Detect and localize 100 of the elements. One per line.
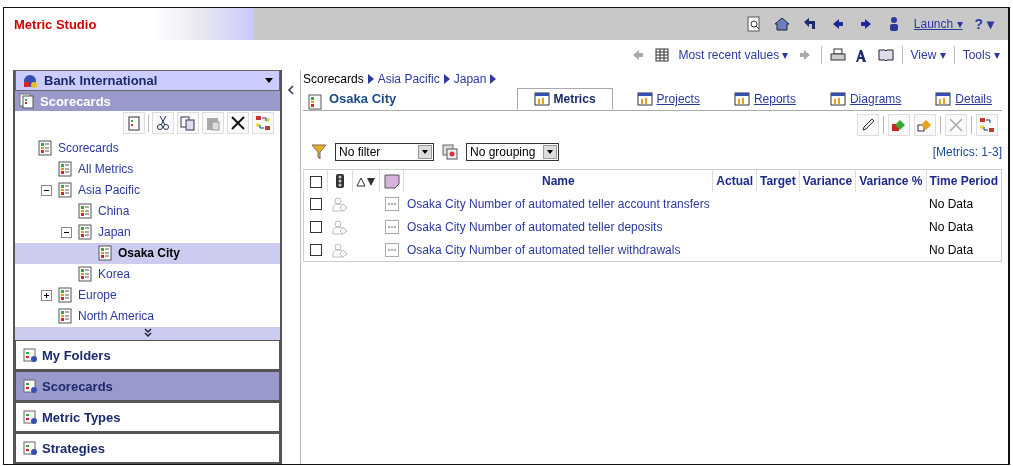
owner-icon bbox=[331, 218, 348, 235]
tree-item[interactable]: Asia Pacific bbox=[78, 183, 141, 198]
column-header[interactable]: Variance % bbox=[855, 169, 927, 192]
app-title: Metric Studio bbox=[14, 16, 97, 32]
search-icon[interactable] bbox=[745, 16, 762, 32]
shapes-icon bbox=[917, 117, 933, 133]
cut-button[interactable] bbox=[152, 112, 174, 135]
expander-icon[interactable] bbox=[61, 226, 72, 238]
metric-link[interactable]: Osaka City Number of automated teller deposits bbox=[406, 219, 663, 234]
expander-icon[interactable] bbox=[41, 289, 52, 301]
edit-button[interactable] bbox=[857, 114, 879, 136]
close-icon bbox=[230, 115, 246, 132]
column-header[interactable]: Actual bbox=[712, 169, 757, 192]
owner-icon bbox=[331, 241, 348, 258]
breadcrumb-link[interactable]: Asia Pacific bbox=[377, 72, 440, 86]
tree-item[interactable]: Europe bbox=[78, 288, 117, 303]
filter-icon bbox=[311, 144, 327, 160]
reorder-button[interactable] bbox=[252, 112, 274, 135]
scorecard-icon bbox=[126, 115, 142, 132]
scorecard-icon bbox=[57, 287, 73, 304]
scissors-icon bbox=[155, 115, 171, 132]
metric-link[interactable]: Osaka City Number of automated teller account transfers bbox=[406, 196, 710, 211]
tab[interactable]: Reports bbox=[723, 88, 806, 110]
pencil-icon bbox=[860, 117, 876, 133]
new-metric-button[interactable] bbox=[888, 114, 910, 136]
column-header[interactable]: Name bbox=[403, 169, 713, 192]
grouping-dropdown[interactable]: No grouping bbox=[466, 143, 559, 161]
package-selector[interactable]: Bank International bbox=[15, 70, 280, 92]
home-icon[interactable] bbox=[773, 16, 790, 32]
breadcrumb-link[interactable]: Japan bbox=[453, 72, 487, 86]
reorder-icon bbox=[979, 117, 995, 133]
expander-icon[interactable] bbox=[41, 184, 52, 196]
print-icon[interactable] bbox=[829, 47, 846, 63]
tree-item[interactable]: Osaka City bbox=[118, 246, 181, 261]
new-scorecard-button[interactable] bbox=[123, 112, 145, 135]
launch-menu[interactable]: Launch ▾ bbox=[913, 17, 963, 31]
scorecard-icon bbox=[37, 140, 53, 157]
tab-icon bbox=[636, 91, 653, 107]
nav-item[interactable]: My Folders bbox=[15, 340, 280, 371]
tab[interactable]: Diagrams bbox=[819, 88, 912, 110]
nav-icon bbox=[22, 347, 38, 363]
reorder-button[interactable] bbox=[976, 114, 998, 136]
table-cell: No Data bbox=[929, 219, 974, 234]
row-checkbox[interactable] bbox=[309, 221, 322, 234]
table-cell: No Data bbox=[929, 196, 974, 211]
metrics-count: [Metrics: 1-3] bbox=[932, 145, 1002, 159]
help-menu[interactable]: ? ▾ bbox=[974, 16, 994, 32]
tree-item[interactable]: All Metrics bbox=[78, 162, 134, 177]
tree-item[interactable]: Scorecards bbox=[58, 141, 119, 156]
delete-button[interactable] bbox=[227, 112, 249, 135]
column-header[interactable]: Time Period bbox=[926, 169, 1002, 192]
column-header[interactable]: Variance bbox=[799, 169, 856, 192]
tools-menu[interactable]: Tools ▾ bbox=[962, 48, 1000, 62]
column-header[interactable]: Target bbox=[756, 169, 800, 192]
copy-icon bbox=[180, 115, 196, 132]
scorecard-icon bbox=[97, 245, 113, 262]
filter-dropdown[interactable]: No filter bbox=[335, 143, 434, 161]
tab-icon bbox=[935, 91, 952, 107]
metric-link[interactable]: Osaka City Number of automated teller withdrawals bbox=[406, 242, 681, 257]
copy-button[interactable] bbox=[177, 112, 199, 135]
scorecard-icon bbox=[57, 161, 73, 178]
page-title: Osaka City bbox=[329, 90, 398, 106]
scorecard-icon bbox=[77, 224, 93, 241]
arrow-right-icon bbox=[367, 74, 374, 84]
note-icon bbox=[383, 173, 400, 189]
nav-item[interactable]: Strategies bbox=[15, 433, 280, 464]
nav-icon bbox=[22, 440, 38, 456]
expand-more-icon[interactable] bbox=[142, 328, 153, 339]
breadcrumb-link[interactable]: Scorecards bbox=[303, 72, 364, 86]
scorecard-icon bbox=[77, 266, 93, 283]
view-menu[interactable]: View ▾ bbox=[910, 48, 946, 62]
tab-icon bbox=[533, 91, 550, 107]
collapse-icon[interactable] bbox=[287, 84, 295, 96]
tree-item[interactable]: Korea bbox=[98, 267, 131, 282]
nav-item[interactable]: Scorecards bbox=[15, 371, 280, 402]
tab-icon bbox=[829, 91, 846, 107]
section-title: Scorecards bbox=[40, 93, 111, 109]
tree-item[interactable]: China bbox=[98, 204, 130, 219]
owner-icon bbox=[331, 195, 348, 212]
nav-item[interactable]: Metric Types bbox=[15, 402, 280, 433]
tab[interactable]: Projects bbox=[626, 88, 710, 110]
tab[interactable]: Details bbox=[925, 88, 1002, 110]
close-icon bbox=[948, 117, 964, 133]
scorecard-icon bbox=[57, 182, 73, 199]
table-cell: No Data bbox=[929, 242, 974, 257]
tree-item[interactable]: Japan bbox=[98, 225, 131, 240]
row-checkbox[interactable] bbox=[309, 244, 322, 257]
select-all-checkbox[interactable] bbox=[309, 175, 322, 188]
tab-icon bbox=[733, 91, 750, 107]
shapes-icon bbox=[891, 117, 907, 133]
row-checkbox[interactable] bbox=[309, 198, 322, 211]
tree-item[interactable]: North America bbox=[78, 309, 155, 324]
tab[interactable]: Metrics bbox=[516, 88, 613, 110]
arrow-right-icon bbox=[443, 74, 450, 84]
package-icon bbox=[22, 72, 38, 89]
new-metric-link-button[interactable] bbox=[914, 114, 936, 136]
reorder-icon bbox=[255, 115, 271, 132]
values-menu[interactable]: Most recent values ▾ bbox=[678, 48, 789, 62]
scorecard-icon bbox=[307, 94, 323, 110]
trend-icon bbox=[355, 175, 376, 188]
